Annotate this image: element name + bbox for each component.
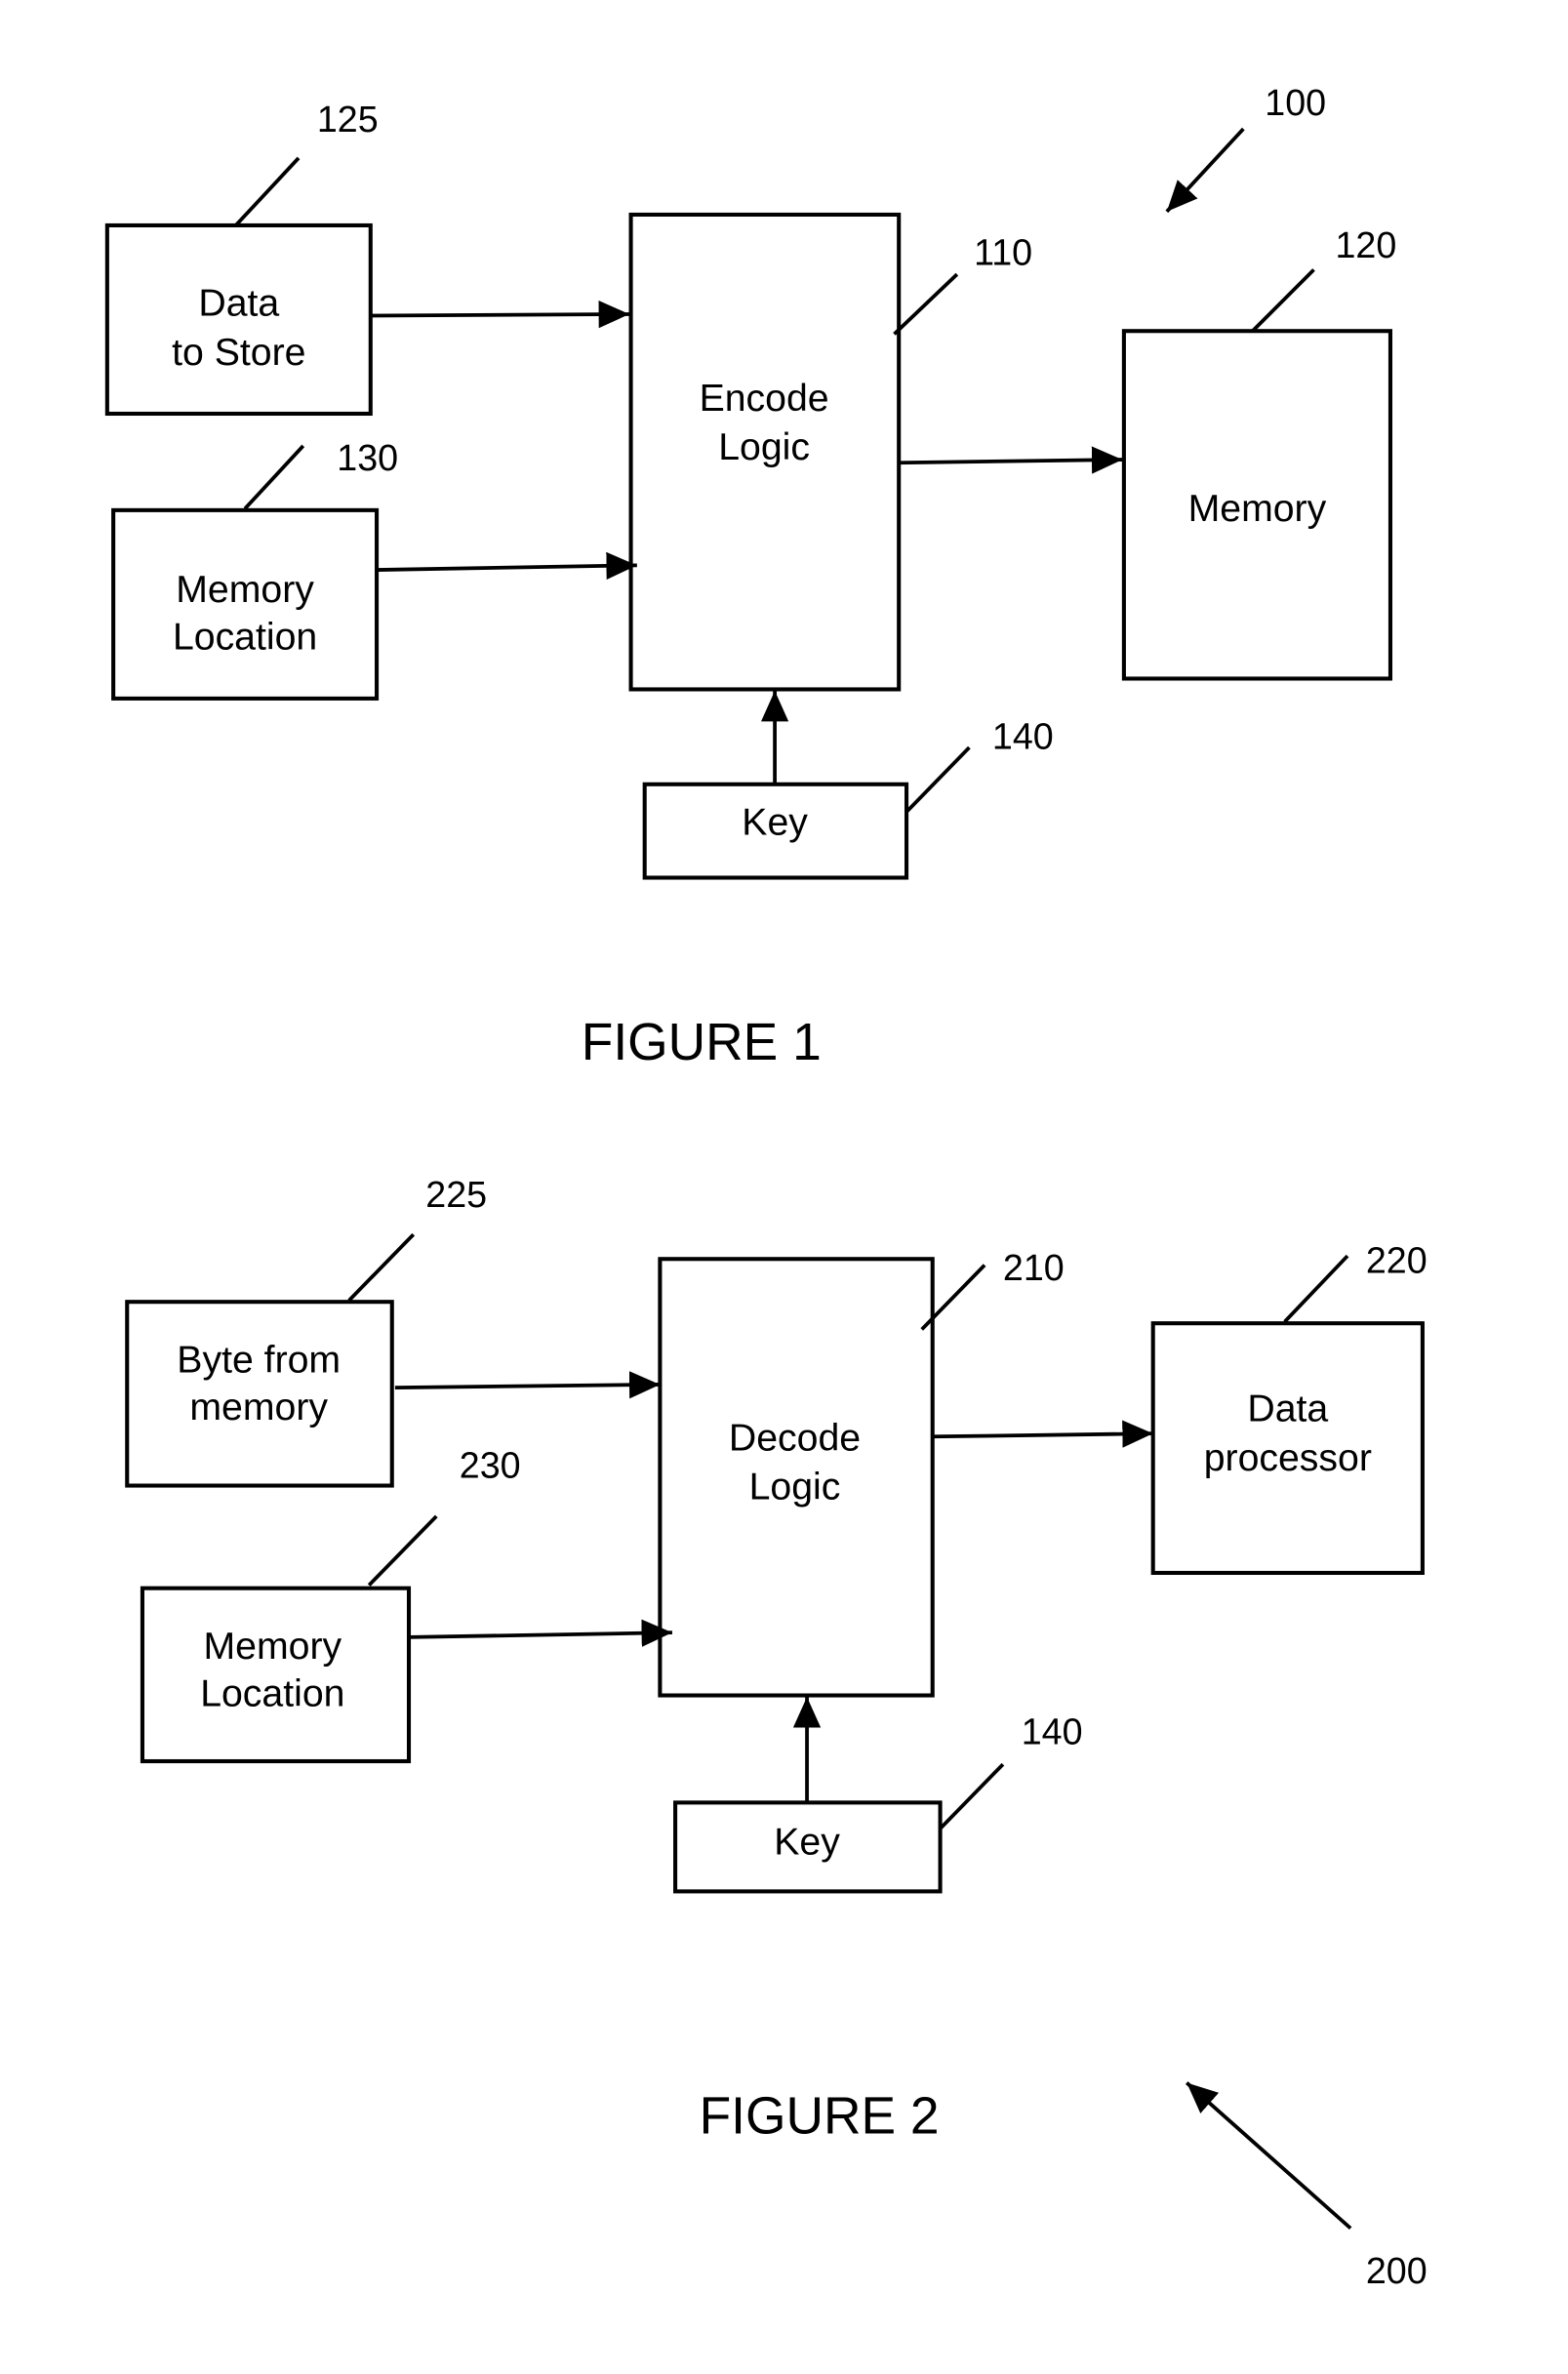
byte-from-memory-block: Byte from memory 225 xyxy=(125,1174,487,1488)
block-label: Logic xyxy=(718,425,810,468)
ref-number: 125 xyxy=(317,99,379,140)
arrow-byte-to-decode xyxy=(394,1371,661,1399)
leader-line xyxy=(893,272,959,336)
ref-number: 140 xyxy=(992,716,1054,757)
arrow-decode-to-processor xyxy=(932,1420,1153,1448)
ref-number: 225 xyxy=(425,1174,487,1215)
block-label: Location xyxy=(173,616,317,659)
key-block-2: Key 140 xyxy=(673,1711,1083,1894)
patent-diagram: 100 Data to Store 125 Memory Location 13… xyxy=(104,82,1427,2291)
ref-number: 140 xyxy=(1022,1711,1083,1752)
block-label: processor xyxy=(1204,1436,1372,1479)
block-label: Key xyxy=(774,1821,840,1864)
block-label: Location xyxy=(200,1672,344,1715)
arrow-location-to-encode xyxy=(377,551,637,581)
data-processor-block: Data processor 220 xyxy=(1150,1239,1427,1576)
memory-block: Memory 120 xyxy=(1121,224,1396,681)
block-label: Encode xyxy=(700,377,829,420)
figure-1-caption: FIGURE 1 xyxy=(582,1014,822,1071)
leader-line xyxy=(243,444,305,510)
leader-line xyxy=(1251,268,1315,333)
block-label: memory xyxy=(189,1386,328,1428)
ref-number: 130 xyxy=(337,437,398,478)
block-label: Memory xyxy=(204,1625,342,1668)
leader-line xyxy=(939,1762,1005,1831)
key-block: Key 140 xyxy=(642,716,1054,880)
arrow-encode-to-memory xyxy=(899,446,1123,474)
leader-line xyxy=(367,1514,438,1587)
figure-2-caption: FIGURE 2 xyxy=(700,2087,940,2145)
arrow-data-to-encode xyxy=(370,301,630,329)
block-label: to Store xyxy=(172,331,305,374)
figure-1-ref: 100 xyxy=(1265,82,1326,123)
block-label: Byte from xyxy=(177,1338,341,1381)
ref-number: 230 xyxy=(460,1445,521,1486)
data-to-store-block: Data to Store 125 xyxy=(104,99,379,417)
leader-line xyxy=(905,745,971,814)
ref-number: 110 xyxy=(974,232,1032,273)
figure-2-ref-arrow xyxy=(1185,2081,1352,2231)
block-label: Memory xyxy=(176,568,314,611)
ref-number: 220 xyxy=(1366,1239,1427,1280)
figure-2: Byte from memory 225 Memory Location 230… xyxy=(125,1174,1427,2291)
block-label: Logic xyxy=(749,1466,841,1509)
figure-2-ref: 200 xyxy=(1366,2250,1427,2291)
leader-line xyxy=(1283,1254,1349,1323)
memory-location-block: Memory Location 130 xyxy=(111,437,398,701)
leader-line xyxy=(234,156,301,227)
ref-number: 120 xyxy=(1335,224,1396,265)
memory-location-block-2: Memory Location 230 xyxy=(140,1445,521,1764)
ref-number: 210 xyxy=(1003,1247,1065,1288)
block-label: Decode xyxy=(729,1416,861,1459)
block-label: Key xyxy=(742,801,808,844)
leader-line xyxy=(347,1232,416,1302)
block-label: Data xyxy=(198,282,279,325)
decode-logic-block: Decode Logic 210 xyxy=(658,1247,1065,1698)
figure-1-ref-arrow xyxy=(1165,127,1245,214)
encode-logic-block: Encode Logic 110 xyxy=(628,212,1032,692)
arrow-location-to-decode xyxy=(408,1619,672,1647)
block-label: Data xyxy=(1247,1388,1328,1430)
block-label: Memory xyxy=(1188,487,1327,530)
figure-1: 100 Data to Store 125 Memory Location 13… xyxy=(104,82,1396,1071)
